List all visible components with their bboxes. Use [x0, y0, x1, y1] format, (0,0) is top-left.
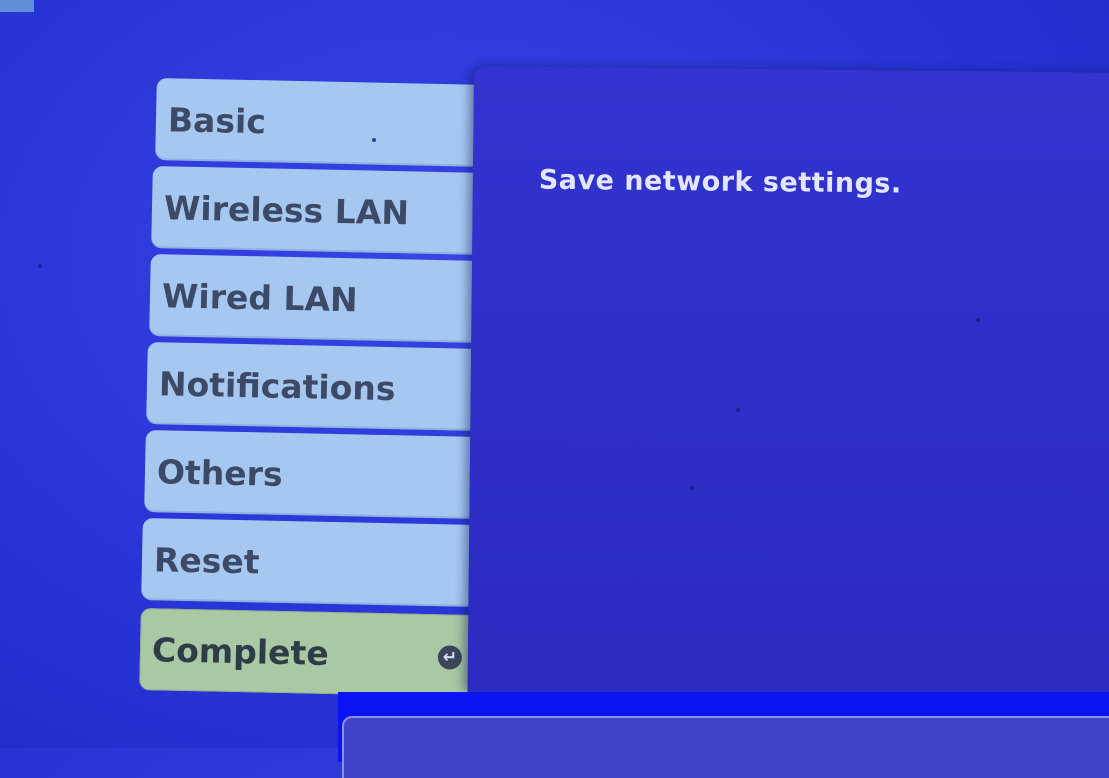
- menu-item-reset[interactable]: Reset: [141, 518, 477, 607]
- screen-speck: [372, 138, 376, 142]
- menu-item-notifications[interactable]: Notifications: [146, 342, 481, 431]
- screen-speck: [736, 408, 740, 412]
- lower-dialog-panel: [338, 692, 1109, 778]
- network-menu: Basic Wireless LAN Wired LAN Notificatio…: [0, 0, 487, 748]
- menu-item-wireless-lan[interactable]: Wireless LAN: [151, 166, 485, 255]
- screen-speck: [976, 318, 980, 322]
- save-settings-message: Save network settings.: [538, 164, 902, 200]
- content-panel: Save network settings.: [467, 66, 1109, 700]
- screen-speck: [38, 264, 42, 268]
- menu-item-label: Notifications: [158, 363, 396, 408]
- lower-dialog-frame: [342, 716, 1109, 778]
- enter-icon: ↵: [437, 645, 463, 670]
- menu-item-label: Reset: [153, 539, 260, 581]
- menu-item-label: Others: [156, 451, 284, 494]
- screen-speck: [690, 486, 694, 490]
- menu-item-complete[interactable]: Complete ↵: [139, 608, 477, 698]
- menu-item-label: Complete: [151, 629, 330, 673]
- menu-item-label: Wired LAN: [161, 275, 359, 319]
- menu-item-others[interactable]: Others: [144, 430, 479, 519]
- projector-screen: Basic Wireless LAN Wired LAN Notificatio…: [0, 0, 1109, 778]
- menu-item-label: Wireless LAN: [163, 187, 410, 232]
- menu-item-basic[interactable]: Basic: [155, 78, 487, 167]
- menu-item-wired-lan[interactable]: Wired LAN: [149, 254, 483, 343]
- menu-item-label: Basic: [167, 99, 267, 141]
